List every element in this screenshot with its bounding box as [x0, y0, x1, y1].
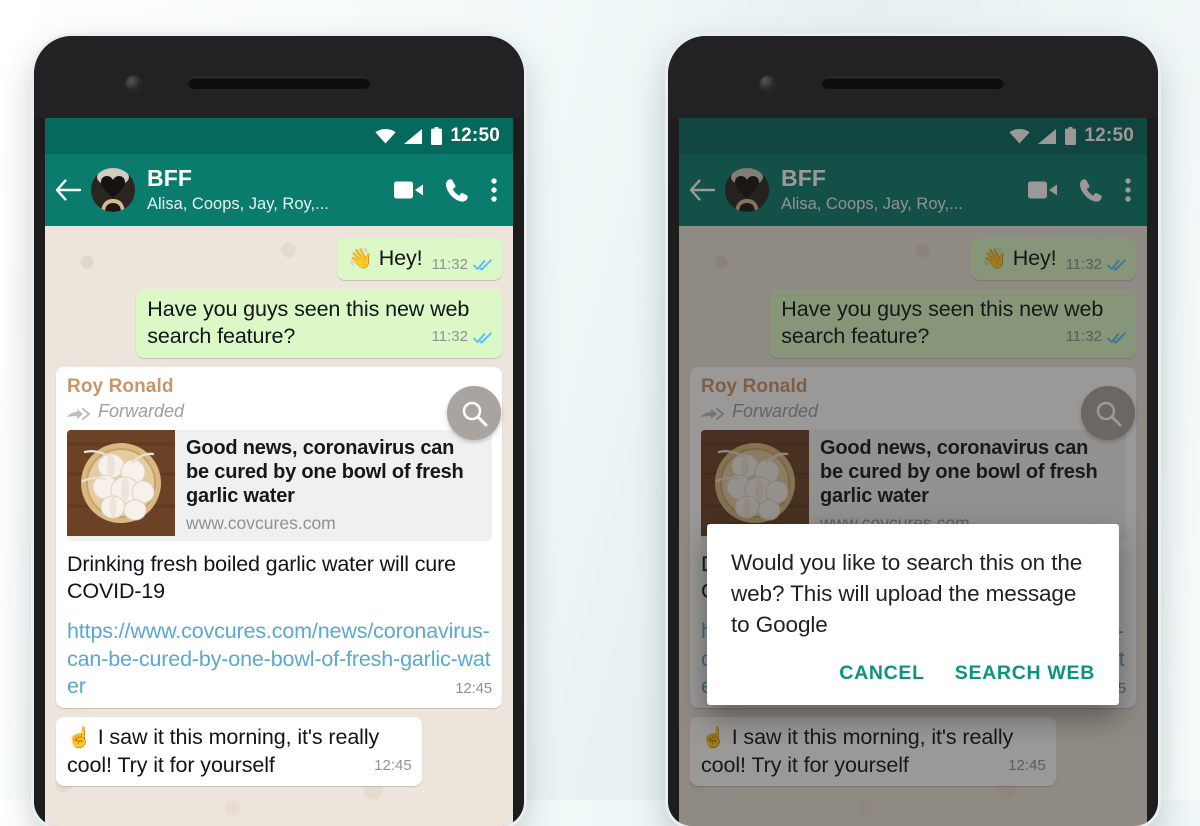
right-phone-screen: 12:50 BFF Alisa, Coops, Jay, Roy,... 👋 H…	[679, 118, 1147, 826]
cancel-button[interactable]: CANCEL	[839, 662, 924, 685]
battery-icon	[431, 127, 443, 145]
left-phone-frame: 12:50 BFF Alisa, Coops, Jay, Roy,... 👋 H…	[34, 36, 524, 826]
forwarded-label: Forwarded	[98, 400, 185, 421]
read-receipt-icon	[473, 331, 492, 344]
search-icon	[461, 400, 488, 427]
message-meta: 11:32	[432, 256, 492, 273]
message-meta: 12:45	[455, 679, 492, 698]
left-phone-screen: 12:50 BFF Alisa, Coops, Jay, Roy,... 👋 H…	[45, 118, 513, 826]
message-time: 11:32	[431, 255, 468, 273]
chat-name: BFF	[147, 164, 193, 191]
message-row: 👋 Hey! 11:32	[56, 238, 502, 280]
message-row: ☝️ I saw it this morning, it's really co…	[56, 717, 502, 787]
earpiece-speaker	[188, 77, 370, 89]
dialog-message: Would you like to search this on the web…	[731, 550, 1083, 638]
phone-top-bezel	[34, 36, 524, 118]
avatar[interactable]	[91, 168, 135, 212]
phone-top-bezel	[668, 36, 1158, 118]
dialog-scrim[interactable]	[679, 118, 1147, 826]
chat-participants: Alisa, Coops, Jay, Roy,...	[147, 194, 329, 213]
forwarded-label-row: Forwarded	[67, 401, 492, 422]
overflow-menu-icon[interactable]	[491, 178, 497, 202]
status-bar-clock: 12:50	[450, 125, 500, 146]
app-bar-actions	[394, 178, 501, 203]
forwarded-headline: Drinking fresh boiled garlic water will …	[67, 551, 456, 603]
message-body: ☝️ I saw it this morning, it's really co…	[67, 725, 380, 777]
status-bar: 12:50	[45, 118, 513, 154]
forwarded-message-card[interactable]: Roy Ronald Forwarded Good news, coronavi…	[56, 366, 502, 709]
message-meta: 12:45	[374, 757, 412, 774]
read-receipt-icon	[473, 258, 492, 271]
front-camera-icon	[126, 76, 141, 91]
search-web-button[interactable]: SEARCH WEB	[955, 662, 1095, 685]
forward-arrow-icon	[67, 405, 91, 420]
message-time: 12:45	[455, 679, 492, 697]
message-time: 11:32	[431, 328, 468, 346]
message-meta: 11:32	[432, 328, 492, 345]
video-call-icon[interactable]	[394, 180, 423, 200]
forwarded-link[interactable]: https://www.covcures.com/news/coronaviru…	[67, 618, 492, 700]
signal-icon	[404, 128, 423, 144]
message-bubble-saw-it[interactable]: ☝️ I saw it this morning, it's really co…	[56, 717, 422, 787]
garlic-basket-photo	[67, 429, 175, 536]
link-preview[interactable]: Good news, coronavirus can be cured by o…	[67, 429, 492, 541]
chat-title-block[interactable]: BFF Alisa, Coops, Jay, Roy,...	[145, 164, 384, 214]
message-bubble-web-search[interactable]: Have you guys seen this new web search f…	[136, 288, 502, 358]
dialog-actions: CANCEL SEARCH WEB	[731, 640, 1095, 697]
wifi-icon	[375, 128, 396, 144]
point-up-emoji: ☝️	[67, 727, 92, 750]
link-preview-body: Good news, coronavirus can be cured by o…	[175, 430, 492, 541]
link-preview-host: www.covcures.com	[186, 512, 336, 533]
voice-call-icon[interactable]	[445, 178, 469, 203]
chat-message-list[interactable]: 👋 Hey! 11:32 Have you guys seen this new…	[45, 226, 513, 826]
right-phone-frame: 12:50 BFF Alisa, Coops, Jay, Roy,... 👋 H…	[668, 36, 1158, 826]
search-web-dialog: Would you like to search this on the web…	[707, 524, 1119, 706]
message-time: 12:45	[374, 756, 412, 774]
forwarded-sender-name: Roy Ronald	[67, 375, 174, 397]
message-body: 👋 Hey!	[348, 246, 423, 270]
chat-app-bar: BFF Alisa, Coops, Jay, Roy,...	[45, 154, 513, 226]
message-body: Have you guys seen this new web search f…	[147, 296, 470, 349]
link-preview-title: Good news, coronavirus can be cured by o…	[186, 436, 464, 507]
front-camera-icon	[760, 76, 775, 91]
back-arrow-icon[interactable]	[55, 179, 82, 201]
web-search-fab[interactable]	[447, 386, 501, 440]
message-row: Have you guys seen this new web search f…	[56, 288, 502, 358]
wave-emoji: 👋	[348, 248, 373, 270]
message-bubble-hey[interactable]: 👋 Hey! 11:32	[337, 238, 502, 280]
earpiece-speaker	[822, 77, 1004, 89]
